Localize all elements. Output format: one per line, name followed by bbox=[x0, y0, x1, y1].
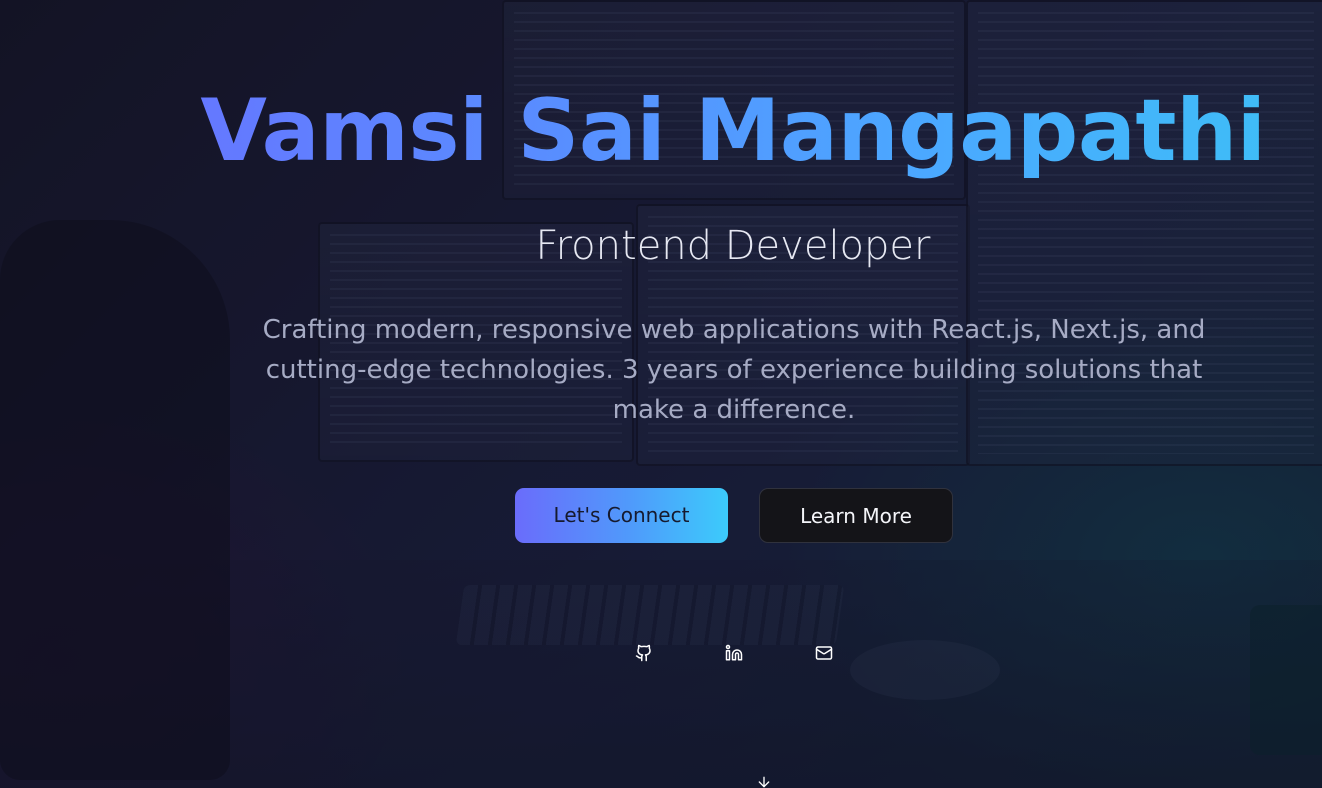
scroll-down-indicator[interactable] bbox=[754, 774, 774, 788]
mail-link[interactable] bbox=[812, 641, 836, 665]
learn-more-button[interactable]: Learn More bbox=[759, 488, 953, 543]
lets-connect-button[interactable]: Let's Connect bbox=[515, 488, 728, 543]
github-icon bbox=[635, 644, 651, 662]
linkedin-link[interactable] bbox=[722, 641, 746, 665]
hero-section: Vamsi Sai Mangapathi Frontend Developer … bbox=[0, 0, 1322, 788]
hero-content: Vamsi Sai Mangapathi Frontend Developer … bbox=[0, 0, 1322, 788]
hero-role: Frontend Developer bbox=[535, 223, 931, 269]
linkedin-icon bbox=[725, 644, 743, 661]
mail-icon bbox=[815, 646, 833, 660]
github-link[interactable] bbox=[632, 641, 656, 665]
hero-description: Crafting modern, responsive web applicat… bbox=[262, 315, 1206, 425]
hero-name: Vamsi Sai Mangapathi bbox=[0, 76, 1322, 186]
arrow-down-icon bbox=[758, 776, 770, 788]
